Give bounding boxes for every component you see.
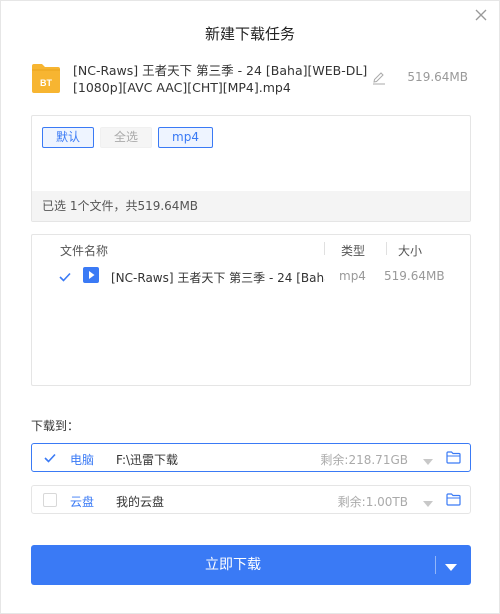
list-header: 文件名称 类型 大小 [32,235,470,263]
button-divider [435,556,436,574]
destination-path: 我的云盘 [116,495,165,509]
filter-chip-mp4[interactable]: mp4 [158,127,213,148]
column-header-name[interactable]: 文件名称 [60,242,108,259]
chevron-down-icon[interactable] [423,497,433,507]
destination-free-space: 剩余:218.71GB [320,453,408,467]
download-now-button[interactable]: 立即下载 [31,545,471,585]
task-file-size: 519.64MB [407,70,468,84]
destination-name: 电脑 [70,453,95,467]
destination-name: 云盘 [70,495,95,509]
destination-option-pc[interactable]: 电脑 F:\迅雷下载 剩余:218.71GB [31,443,471,472]
download-to-label: 下载到： [31,419,80,433]
checkbox[interactable] [43,493,57,507]
folder-icon[interactable] [446,451,461,464]
destination-free-space: 剩余:1.00TB [337,495,408,509]
close-icon[interactable] [473,7,489,23]
download-now-label: 立即下载 [205,557,261,573]
column-divider [386,242,387,255]
file-list: 文件名称 类型 大小 [NC-Raws] 王者天下 第三季 - 24 [Baha… [31,234,471,386]
file-row-name: [NC-Raws] 王者天下 第三季 - 24 [Baha][WEB-DL][1… [111,271,325,285]
dropdown-arrow-icon[interactable] [445,561,457,571]
new-download-dialog: 新建下载任务 BT [NC-Raws] 王者天下 第三季 - 24 [Baha]… [0,0,500,614]
folder-icon[interactable] [446,493,461,506]
filter-chips: 默认 全选 mp4 [42,127,213,148]
bt-icon-text: BT [40,78,52,88]
file-row-size: 519.64MB [384,269,445,283]
checkmark-icon[interactable] [58,270,72,284]
edit-name-icon[interactable] [372,71,386,85]
column-header-size[interactable]: 大小 [398,242,422,259]
filter-chip-select-all[interactable]: 全选 [100,127,153,148]
task-file-name: [NC-Raws] 王者天下 第三季 - 24 [Baha][WEB-DL][1… [73,63,368,95]
bt-folder-icon: BT [31,62,61,94]
dialog-title: 新建下载任务 [204,25,295,43]
column-header-type[interactable]: 类型 [341,242,365,259]
checkmark-icon[interactable] [43,451,57,465]
file-row[interactable]: [NC-Raws] 王者天下 第三季 - 24 [Baha][WEB-DL][1… [32,264,470,290]
filter-chip-default[interactable]: 默认 [42,127,95,148]
destination-option-cloud[interactable]: 云盘 我的云盘 剩余:1.00TB [31,485,471,514]
destination-path: F:\迅雷下载 [116,453,179,467]
file-row-type: mp4 [339,269,366,283]
column-divider [324,242,325,255]
video-file-icon [83,267,99,283]
selection-summary: 已选 1个文件，共519.64MB [32,191,470,221]
chevron-down-icon[interactable] [423,455,433,465]
file-filter-panel: 默认 全选 mp4 已选 1个文件，共519.64MB [31,115,471,222]
